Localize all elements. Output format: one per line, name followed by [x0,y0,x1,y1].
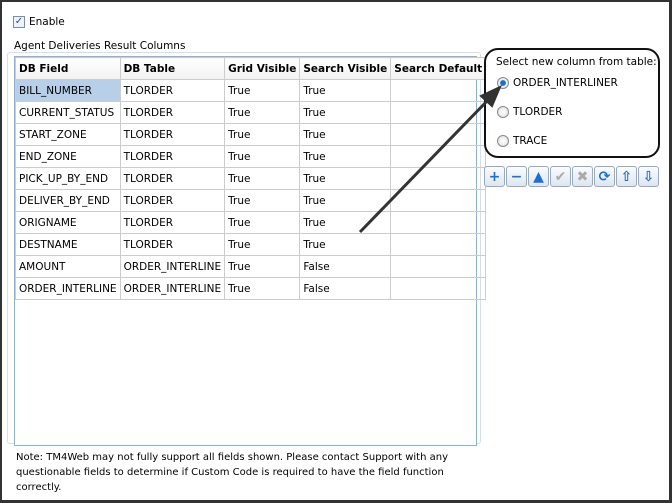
table-cell[interactable]: TLORDER [119,145,226,168]
add-button[interactable]: + [484,166,505,187]
table-cell[interactable]: AMOUNT [15,255,121,278]
radio-button-icon [497,77,509,89]
table-row[interactable]: BILL_NUMBER TLORDER True True [15,79,487,102]
table-cell[interactable]: True [299,211,392,234]
table-cell[interactable] [390,167,487,190]
table-cell[interactable]: ORDER_INTERLINE [15,277,121,300]
table-cell[interactable]: TLORDER [119,211,226,234]
table-cell[interactable]: True [224,101,301,124]
checkbox-check-icon: ✓ [13,16,25,28]
column-header[interactable]: Search Visible [299,57,392,80]
table-cell[interactable] [390,277,487,300]
table-cell[interactable]: TLORDER [119,167,226,190]
table-cell[interactable]: True [224,277,301,300]
table-row[interactable]: DELIVER_BY_END TLORDER True True [15,189,487,212]
cancel-icon: ✖ [576,168,589,185]
cancel-button[interactable]: ✖ [572,166,593,187]
radio-button-icon [497,106,509,118]
move-bottom-icon: ⇩ [642,168,655,185]
table-cell[interactable]: True [299,79,392,102]
table-cell[interactable]: True [224,189,301,212]
remove-button[interactable]: − [506,166,527,187]
table-cell[interactable]: True [224,233,301,256]
table-cell[interactable]: True [224,167,301,190]
table-cell[interactable]: TLORDER [119,233,226,256]
picker-label: Select new column from table: [496,56,657,68]
table-cell[interactable]: True [299,167,392,190]
column-header[interactable]: DB Table [119,57,226,80]
table-row[interactable]: ORIGNAME TLORDER True True [15,211,487,234]
table-cell[interactable]: True [299,145,392,168]
table-cell[interactable]: START_ZONE [15,123,121,146]
column-header[interactable]: DB Field [15,57,121,80]
table-cell[interactable]: True [224,145,301,168]
table-cell[interactable]: PICK_UP_BY_END [15,167,121,190]
move-up-icon: ▲ [533,168,544,185]
move-bottom-button[interactable]: ⇩ [638,166,659,187]
table-cell[interactable] [390,255,487,278]
table-cell[interactable]: END_ZONE [15,145,121,168]
radio-label: TRACE [513,135,548,147]
group-label: Agent Deliveries Result Columns [12,40,188,52]
table-cell[interactable]: ORDER_INTERLINE [119,255,226,278]
column-header[interactable]: Grid Visible [224,57,301,80]
enable-label: Enable [29,16,65,28]
radio-tlorder[interactable]: TLORDER [497,106,562,118]
table-row[interactable]: AMOUNT ORDER_INTERLINE True False [15,255,487,278]
table-cell[interactable] [390,101,487,124]
refresh-button[interactable]: ⟳ [594,166,615,187]
move-top-button[interactable]: ⇧ [616,166,637,187]
radio-button-icon [497,135,509,147]
table-cell[interactable] [390,145,487,168]
remove-icon: − [510,168,523,185]
table-cell[interactable]: TLORDER [119,189,226,212]
table-cell[interactable] [390,79,487,102]
table-row[interactable]: PICK_UP_BY_END TLORDER True True [15,167,487,190]
table-cell[interactable]: True [299,101,392,124]
table-row[interactable]: END_ZONE TLORDER True True [15,145,487,168]
table-cell[interactable]: True [224,79,301,102]
result-columns-table: DB Field DB Table Grid Visible Search Visib… [14,56,487,446]
move-up-button[interactable]: ▲ [528,166,549,187]
table-row[interactable]: ORDER_INTERLINE ORDER_INTERLINE True False [15,277,487,300]
table-cell[interactable]: CURRENT_STATUS [15,101,121,124]
table-cell[interactable]: TLORDER [119,79,226,102]
toolbar: + − ▲ ✔ ✖ ⟳ ⇧ ⇩ [484,166,659,187]
table-cell[interactable]: DELIVER_BY_END [15,189,121,212]
table-cell[interactable] [390,189,487,212]
table-cell[interactable]: False [299,277,392,300]
confirm-button[interactable]: ✔ [550,166,571,187]
table-cell[interactable]: True [299,233,392,256]
table-cell[interactable]: True [299,123,392,146]
table-cell[interactable] [390,123,487,146]
add-icon: + [488,168,501,185]
radio-trace[interactable]: TRACE [497,135,547,147]
table-row[interactable]: DESTNAME TLORDER True True [15,233,487,256]
column-header[interactable]: Search Default [390,57,487,80]
table-row[interactable]: START_ZONE TLORDER True True [15,123,487,146]
table-cell[interactable]: TLORDER [119,123,226,146]
refresh-icon: ⟳ [598,168,611,185]
table-cell[interactable]: ORIGNAME [15,211,121,234]
table-cell[interactable]: True [224,255,301,278]
table-cell[interactable]: False [299,255,392,278]
table-cell[interactable] [390,233,487,256]
table-cell[interactable] [390,211,487,234]
radio-label: TLORDER [513,106,563,118]
table-cell[interactable]: True [299,189,392,212]
radio-label: ORDER_INTERLINER [513,77,618,89]
move-top-icon: ⇧ [620,168,633,185]
table-cell[interactable]: True [224,211,301,234]
table-cell[interactable]: DESTNAME [15,233,121,256]
table-row[interactable]: CURRENT_STATUS TLORDER True True [15,101,487,124]
enable-checkbox[interactable]: ✓ Enable [13,16,65,28]
table-cell[interactable]: BILL_NUMBER [15,79,121,102]
confirm-icon: ✔ [554,168,567,185]
table-cell[interactable]: True [224,123,301,146]
radio-order_interliner[interactable]: ORDER_INTERLINER [497,77,618,89]
table-cell[interactable]: TLORDER [119,101,226,124]
table-cell[interactable]: ORDER_INTERLINE [119,277,226,300]
note-text: Note: TM4Web may not fully support all f… [16,452,448,493]
